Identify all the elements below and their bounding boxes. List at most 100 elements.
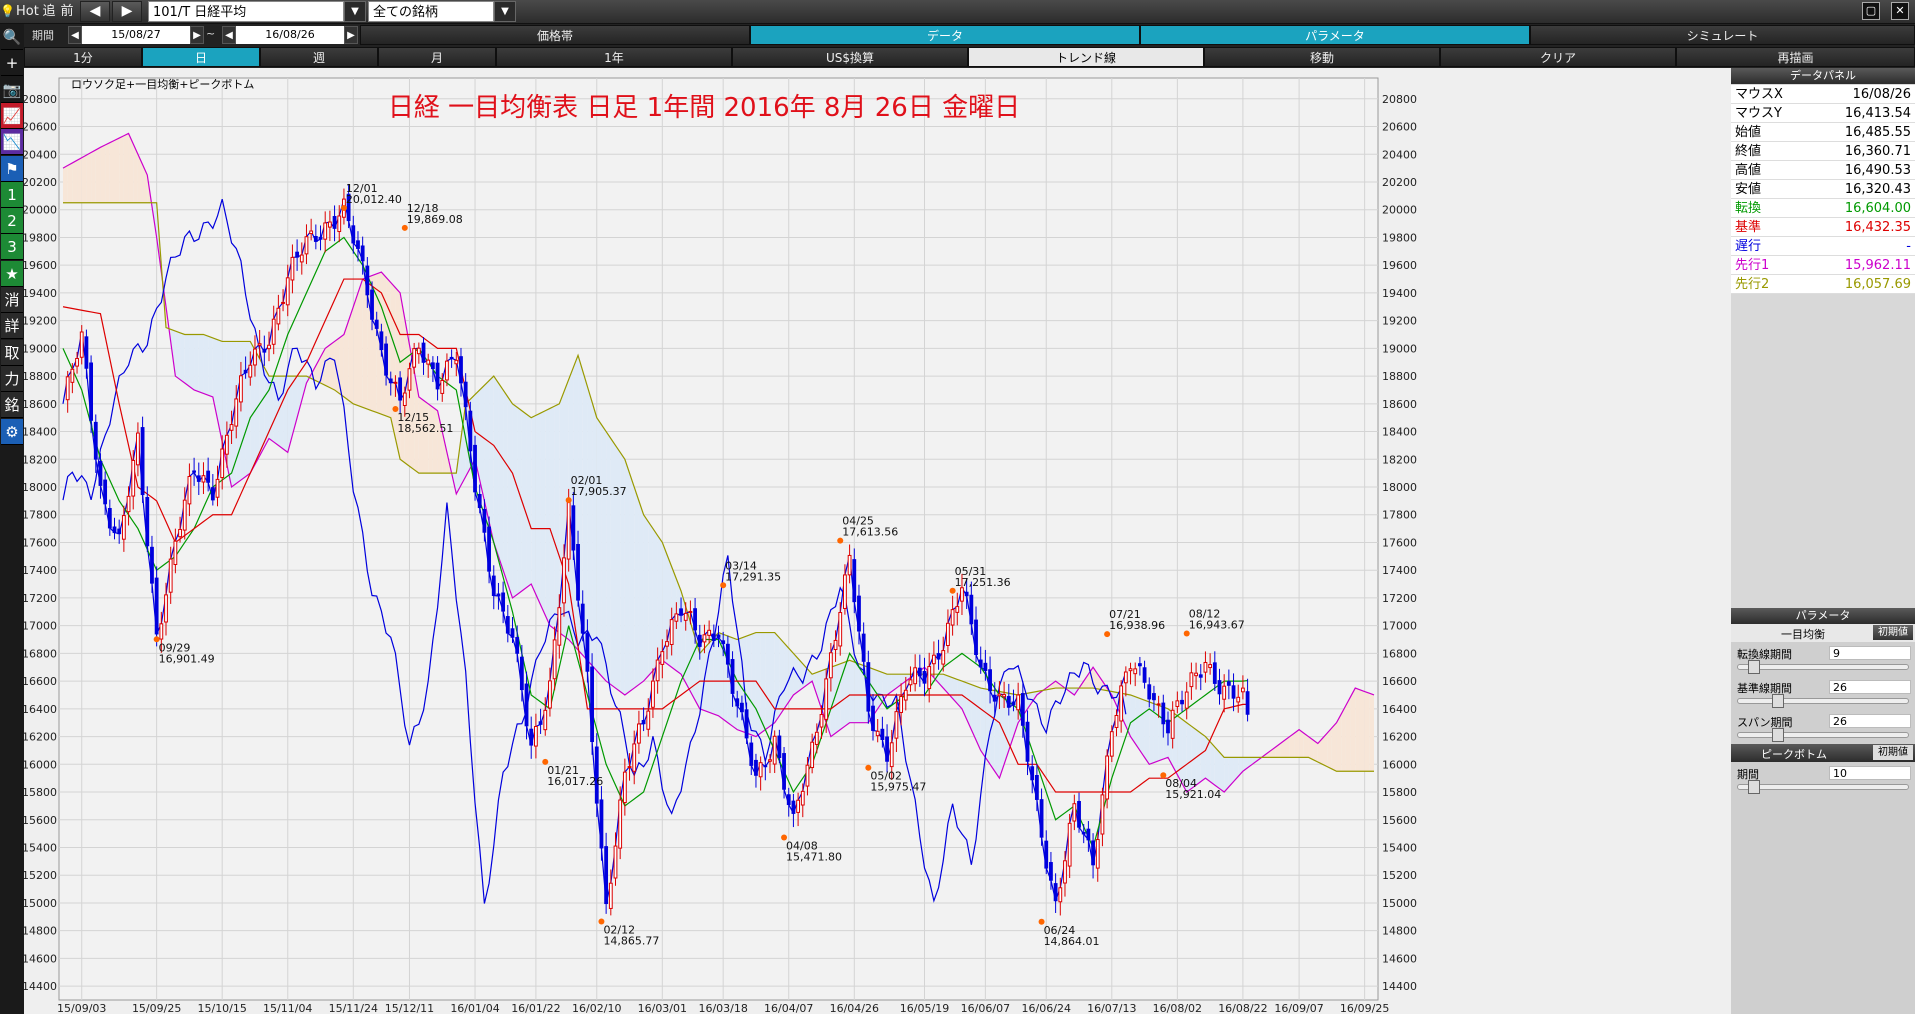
x-tick-label: 16/09/25 [1340, 1002, 1389, 1014]
candle-body [327, 221, 332, 228]
y-tick-label-right: 20800 [1382, 93, 1417, 106]
tenkan-slider-knob[interactable] [1748, 660, 1760, 674]
prev-arrow-icon[interactable]: ◀ [80, 1, 110, 22]
candle-body [1152, 693, 1156, 701]
tab-redraw[interactable]: 再描画 [1676, 47, 1915, 67]
symbol-dropdown-icon[interactable]: ▼ [344, 1, 366, 22]
line-chart-icon[interactable]: 📈 [1, 102, 23, 129]
tab-simulate[interactable]: シミュレート [1530, 25, 1915, 45]
erase-icon[interactable]: 消 [1, 287, 23, 313]
slot-1-icon[interactable]: 1 [1, 181, 23, 208]
bulb-icon[interactable]: 💡 [0, 0, 15, 23]
kijun-slider[interactable] [1737, 694, 1909, 708]
universe-dropdown-icon[interactable]: ▼ [494, 1, 516, 22]
stock-icon[interactable]: 銘 [1, 392, 23, 419]
favorite-icon[interactable]: ★ [1, 260, 23, 287]
tenkan-slider[interactable] [1737, 660, 1909, 674]
candle-body [702, 634, 707, 643]
data-panel-title: データパネル [1731, 68, 1915, 84]
date-to-right-icon[interactable]: ▶ [344, 26, 358, 44]
tab-trendline[interactable]: トレンド線 [968, 47, 1204, 67]
data-row-value: 16,360.71 [1844, 144, 1911, 159]
y-tick-label-right: 19400 [1382, 287, 1417, 300]
add-button[interactable]: 追 [40, 0, 58, 23]
kijun-slider-knob[interactable] [1772, 694, 1784, 708]
tab-price-band[interactable]: 価格帯 [360, 25, 750, 45]
y-tick-label-left: 17600 [24, 536, 57, 549]
candle-body [337, 215, 342, 233]
kijun-field[interactable]: 26 [1829, 680, 1911, 694]
close-icon[interactable]: ✕ [1891, 2, 1909, 20]
tab-1min[interactable]: 1分 [24, 47, 142, 67]
peak-slider[interactable] [1737, 780, 1909, 794]
tab-clear[interactable]: クリア [1440, 47, 1676, 67]
candle-body [1123, 671, 1128, 684]
search-icon[interactable]: 🔍 [1, 24, 23, 50]
span-slider[interactable] [1737, 728, 1909, 742]
ichimoku-chart[interactable]: 14400 14400 14600 14600 14800 14800 15000 15000… [22, 68, 1731, 1014]
candle-body [1114, 714, 1119, 728]
candle-body [112, 526, 117, 534]
tab-week[interactable]: 週 [260, 47, 378, 67]
data-row-value: 16/08/26 [1852, 87, 1911, 102]
kumo-cloud-segment [81, 155, 87, 203]
peak-slider-knob[interactable] [1748, 780, 1760, 794]
y-tick-label-right: 16400 [1382, 703, 1417, 716]
candle-body [1058, 887, 1063, 903]
trade-icon[interactable]: 取 [1, 339, 23, 366]
peak-init-button[interactable]: 初期値 [1873, 745, 1913, 760]
y-tick-label-right: 16200 [1382, 731, 1417, 744]
kumo-cloud-segment [1341, 705, 1346, 772]
ichimoku-init-button[interactable]: 初期値 [1873, 625, 1913, 640]
tab-data[interactable]: データ [750, 25, 1140, 45]
peak-section: ピークボトム 初期値 [1731, 744, 1915, 762]
kumo-cloud-segment [779, 637, 785, 716]
span-field[interactable]: 26 [1829, 714, 1911, 728]
symbol-field[interactable]: 101/T 日経平均 [148, 1, 344, 22]
kumo-cloud-segment [854, 662, 859, 723]
y-tick-label-right: 16600 [1382, 675, 1417, 688]
tab-move[interactable]: 移動 [1204, 47, 1440, 67]
candle-body [1067, 822, 1072, 867]
data-row-value: 16,432.35 [1844, 220, 1911, 235]
candle-body [65, 376, 70, 401]
settings-icon[interactable]: ⚙ [1, 418, 23, 445]
chart-area[interactable]: 14400 14400 14600 14600 14800 14800 15000 15000… [22, 68, 1731, 1014]
date-from-left-icon[interactable]: ◀ [68, 26, 82, 44]
slot-3-icon[interactable]: 3 [1, 234, 23, 261]
candle-body [234, 398, 239, 427]
tab-day[interactable]: 日 [142, 47, 260, 67]
detail-icon[interactable]: 詳 [1, 313, 23, 340]
date-to-field[interactable]: 16/08/26 [236, 26, 344, 44]
tab-parameter[interactable]: パラメータ [1140, 25, 1530, 45]
tab-usd[interactable]: US$換算 [732, 47, 968, 67]
date-from-field[interactable]: 15/08/27 [82, 26, 190, 44]
tab-month[interactable]: 月 [378, 47, 496, 67]
span-slider-knob[interactable] [1772, 728, 1784, 742]
kumo-cloud-segment [1350, 688, 1356, 772]
tenkan-field[interactable]: 9 [1829, 646, 1911, 660]
minimize-icon[interactable]: ▢ [1862, 2, 1880, 20]
hot-button[interactable]: Hot [16, 0, 39, 23]
next-arrow-icon[interactable]: ▶ [112, 1, 142, 22]
universe-field[interactable]: 全ての銘柄 [368, 1, 494, 22]
camera-icon[interactable]: 📷 [1, 76, 23, 103]
ichimoku-header: 一目均衡 [1781, 628, 1825, 641]
y-tick-label-left: 14800 [24, 925, 57, 938]
input-icon[interactable]: 力 [1, 365, 23, 392]
tab-1year[interactable]: 1年 [496, 47, 732, 67]
flag-icon[interactable]: ⚑ [1, 155, 23, 182]
date-from-right-icon[interactable]: ▶ [190, 26, 204, 44]
candle-body [285, 277, 290, 306]
kumo-cloud-segment [615, 445, 621, 692]
delete-button[interactable]: 前 [58, 0, 76, 23]
peak-period-field[interactable]: 10 [1829, 766, 1911, 780]
candle-body [98, 461, 103, 486]
slot-2-icon[interactable]: 2 [1, 208, 23, 235]
candle-body [744, 709, 749, 739]
crosshair-icon[interactable]: + [1, 50, 23, 77]
candle-body [777, 735, 782, 759]
kumo-cloud-segment [1327, 727, 1332, 769]
candle-chart-icon[interactable]: 📉 [1, 129, 23, 156]
date-to-left-icon[interactable]: ◀ [222, 26, 236, 44]
